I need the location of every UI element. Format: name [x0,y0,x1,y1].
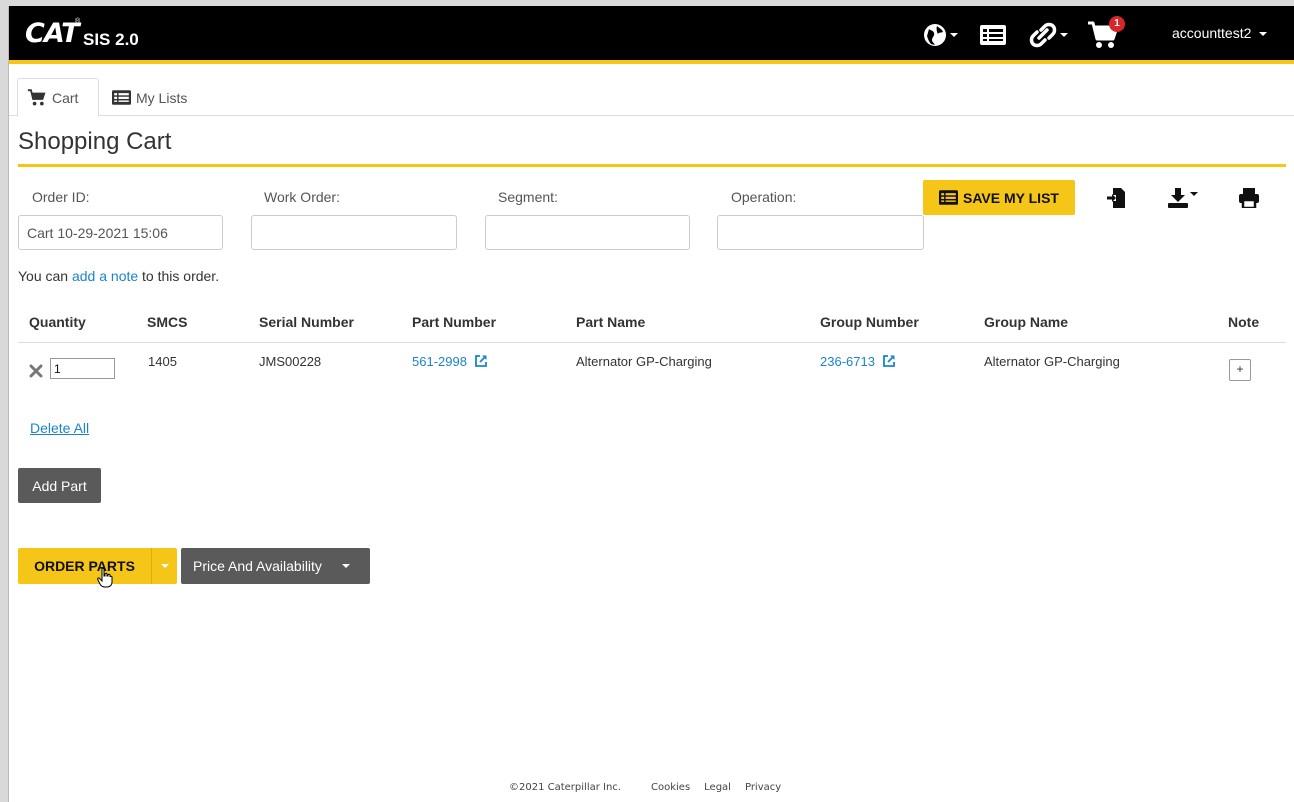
header-divider [18,342,1286,343]
price-availability-label: Price And Availability [193,558,322,574]
column-header-group-number: Group Number [820,314,919,330]
registered-mark: ® [75,18,81,25]
remove-item-icon[interactable] [29,364,43,378]
title-divider [18,164,1286,167]
work-order-label: Work Order: [264,189,340,205]
external-link-icon[interactable] [475,355,487,367]
cart-count-badge: 1 [1109,16,1125,32]
add-note-link[interactable]: add a note [72,268,138,284]
order-parts-dropdown-toggle[interactable] [151,548,177,584]
list-menu[interactable] [980,22,1006,48]
username: accounttest2 [1172,25,1252,41]
download-menu[interactable] [1168,187,1198,209]
print-icon [1239,188,1259,208]
product-name: SIS 2.0 [83,30,139,49]
part-name-cell: Alternator GP-Charging [576,354,712,369]
top-navbar: CAT ® SIS 2.0 1 accounttest2 [9,6,1294,64]
chevron-down-icon [160,564,169,568]
import-icon [1107,188,1125,208]
link-icon [1029,22,1057,48]
list-icon [980,25,1006,45]
add-note-button[interactable]: + [1229,359,1251,381]
add-note-hint: You can add a note to this order. [18,268,219,284]
column-header-note: Note [1228,314,1260,330]
segment-label: Segment: [498,189,558,205]
chevron-down-icon [1190,192,1198,196]
order-parts-button[interactable]: ORDER PARTS [18,548,151,584]
column-header-smcs: SMCS [147,314,188,330]
chevron-down-icon [1259,32,1268,37]
tab-label: Cart [52,89,79,106]
group-name-cell: Alternator GP-Charging [984,354,1120,369]
page-title: Shopping Cart [18,128,172,155]
column-header-group-name: Group Name [984,314,1069,330]
note-suffix: to this order. [138,268,220,284]
serial-number-cell: JMS00228 [259,354,322,369]
price-availability-button[interactable]: Price And Availability [181,548,370,584]
import-button[interactable] [1107,187,1125,209]
delete-all-link[interactable]: Delete All [30,420,89,436]
footer-link-privacy[interactable]: Privacy [745,782,781,793]
group-number-cell: 236-6713 [820,354,895,369]
group-number-link[interactable]: 236-6713 [820,354,875,369]
tab-my-lists[interactable]: My Lists [112,78,187,117]
column-header-part-name: Part Name [576,314,646,330]
list-icon [112,90,131,105]
column-header-part-number: Part Number [412,314,497,330]
cat-logo[interactable]: CAT [25,18,80,49]
operation-label: Operation: [731,189,797,205]
work-order-field[interactable] [251,215,457,250]
segment-field[interactable] [485,215,690,250]
footer-link-cookies[interactable]: Cookies [651,782,690,793]
save-my-list-label: SAVE MY LIST [963,189,1059,206]
column-header-serial: Serial Number [259,314,354,330]
hand-cursor-icon [97,568,113,588]
smcs-cell: 1405 [148,354,177,369]
footer-link-legal[interactable]: Legal [704,782,731,793]
tab-cart[interactable]: Cart [17,78,99,117]
app-window: CAT ® SIS 2.0 1 accounttest2 Cart My Lis… [8,6,1294,802]
part-number-cell: 561-2998 [412,354,487,369]
cart-icon [27,89,46,106]
part-number-link[interactable]: 561-2998 [412,354,467,369]
page-footer: ©2021 Caterpillar Inc. Cookies Legal Privac… [509,782,795,793]
cart-tabs: Cart My Lists [9,76,1294,117]
column-header-quantity: Quantity [29,314,86,330]
save-my-list-button[interactable]: SAVE MY LIST [923,180,1075,215]
list-icon [939,190,959,205]
quantity-input[interactable] [50,358,115,379]
user-menu[interactable]: accounttest2 [1172,25,1268,41]
external-link-icon[interactable] [883,355,895,367]
print-button[interactable] [1239,187,1259,209]
links-menu[interactable] [1029,22,1068,48]
globe-icon [924,24,946,46]
globe-menu[interactable] [923,22,958,48]
add-part-button[interactable]: Add Part [18,468,101,503]
chevron-down-icon [1060,33,1068,37]
operation-field[interactable] [717,215,924,250]
chevron-down-icon [950,33,958,37]
tab-label: My Lists [136,89,188,106]
chevron-down-icon [341,564,350,568]
note-prefix: You can [18,268,72,284]
copyright-text: ©2021 Caterpillar Inc. [509,782,621,793]
order-id-field[interactable] [18,215,223,250]
order-id-label: Order ID: [32,189,90,205]
download-icon [1168,188,1188,208]
